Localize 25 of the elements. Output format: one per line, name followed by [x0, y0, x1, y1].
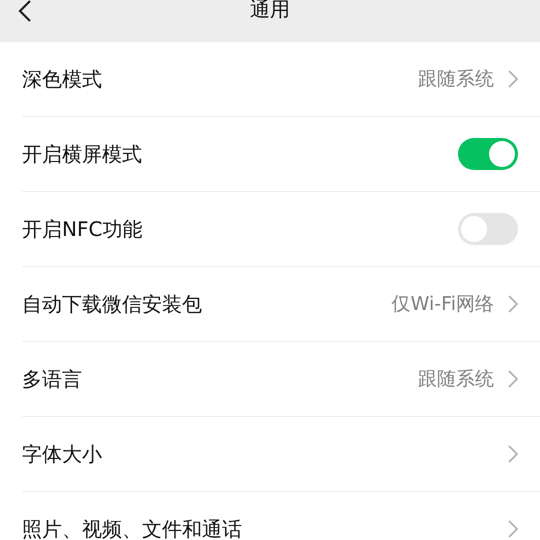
setting-value: 跟随系统: [418, 67, 494, 92]
chevron-icon: [508, 445, 518, 463]
setting-label: 字体大小: [22, 440, 103, 468]
setting-label: 照片、视频、文件和通话: [22, 516, 243, 540]
toggle-switch[interactable]: [458, 138, 518, 170]
toggle-switch[interactable]: [458, 213, 518, 245]
settings-row[interactable]: 开启NFC功能: [22, 192, 540, 267]
chevron-icon: [508, 370, 518, 388]
setting-label: 多语言: [22, 366, 83, 392]
setting-value: 跟随系统: [418, 367, 494, 392]
setting-label: 开启NFC功能: [22, 216, 144, 242]
setting-value: 仅Wi-Fi网络: [392, 292, 494, 317]
settings-row[interactable]: 照片、视频、文件和通话: [22, 492, 540, 540]
chevron-icon: [508, 520, 518, 538]
settings-row[interactable]: 字体大小: [22, 417, 540, 492]
setting-label: 开启横屏模式: [22, 140, 143, 168]
setting-label: 自动下载微信安装包: [22, 290, 203, 318]
settings-row[interactable]: 深色模式 跟随系统: [22, 42, 540, 117]
back-icon[interactable]: [18, 0, 32, 22]
settings-row[interactable]: 多语言 跟随系统: [22, 342, 540, 417]
setting-label: 深色模式: [22, 66, 103, 92]
chevron-icon: [508, 295, 518, 313]
chevron-icon: [508, 70, 518, 88]
settings-row[interactable]: 开启横屏模式: [22, 117, 540, 192]
settings-row[interactable]: 自动下载微信安装包 仅Wi-Fi网络: [22, 267, 540, 342]
